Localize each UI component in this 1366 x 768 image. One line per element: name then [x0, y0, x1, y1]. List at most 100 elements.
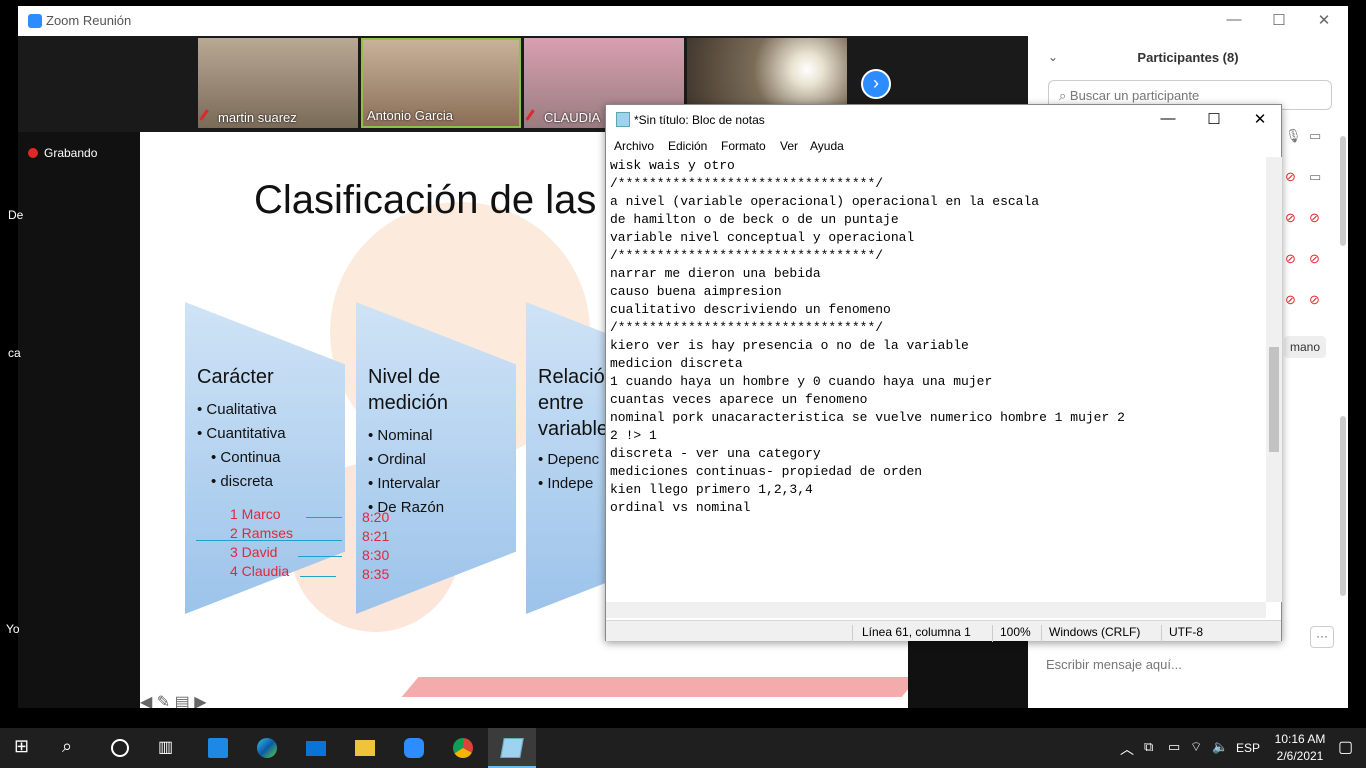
minimize-icon[interactable]: —	[1156, 110, 1180, 127]
edge-button[interactable]	[243, 728, 291, 768]
annotation-line	[196, 540, 342, 541]
annotation-name: 1 Marco	[230, 506, 281, 522]
line-ending: Windows (CRLF)	[1049, 625, 1141, 639]
muted-mic-icon[interactable]: ⊘	[1285, 251, 1296, 267]
pen-icon[interactable]: ✎	[157, 694, 170, 708]
scrollbar[interactable]	[1340, 136, 1346, 246]
menu-ver[interactable]: Ver	[780, 139, 798, 153]
clock-time[interactable]: 10:16 AM	[1272, 732, 1328, 746]
language-indicator[interactable]: ESP	[1236, 741, 1260, 755]
menu-archivo[interactable]: Archivo	[614, 139, 654, 153]
system-tray: ︿ ⧉ ▭ ⌔ 🔈 ESP 10:16 AM 2/6/2021 ▢	[1116, 728, 1366, 768]
store-button[interactable]	[194, 728, 242, 768]
notes-icon[interactable]: ▤	[175, 694, 190, 708]
cortana-icon	[111, 739, 129, 757]
chrome-button[interactable]	[439, 728, 487, 768]
notepad-menubar: Archivo Edición Formato Ver Ayuda	[606, 135, 1281, 157]
folder-icon	[355, 740, 375, 756]
minimize-icon[interactable]: —	[1222, 11, 1246, 28]
muted-mic-icon[interactable]: ⊘	[1285, 169, 1296, 185]
notepad-icon	[616, 112, 630, 127]
battery-icon[interactable]: ▭	[1168, 739, 1180, 755]
menu-ayuda[interactable]: Ayuda	[810, 139, 844, 153]
chevron-heading: Relació entre variable	[538, 366, 609, 440]
zoom-window-title: Zoom Reunión	[46, 13, 132, 28]
video-tile[interactable]: martin suarez	[198, 38, 358, 128]
maximize-icon[interactable]: ☐	[1267, 11, 1291, 29]
participant-name: martin suarez	[218, 110, 297, 125]
annotation-time: 8:30	[362, 547, 390, 563]
muted-mic-icon[interactable]: ⊘	[1285, 210, 1296, 226]
file-explorer-button[interactable]	[341, 728, 389, 768]
prev-slide-icon[interactable]: ◀	[140, 694, 152, 708]
more-options-button[interactable]: ···	[1310, 626, 1334, 648]
volume-icon[interactable]: 🔈	[1212, 739, 1228, 755]
muted-mic-icon	[199, 109, 215, 125]
vertical-scrollbar[interactable]	[1266, 157, 1282, 602]
zoom-logo-icon	[28, 14, 42, 28]
list-item: • Cualitativa	[197, 401, 277, 418]
menu-formato[interactable]: Formato	[721, 139, 766, 153]
list-item: • Depenc	[538, 451, 600, 468]
task-view-button[interactable]: ▥	[144, 728, 192, 768]
scrollbar-thumb[interactable]	[1269, 347, 1279, 452]
taskbar: ⊞ ⌕ ▥ ︿ ⧉ ▭ ⌔ 🔈 ESP 10:16 AM 2/6/2021 ▢	[0, 728, 1366, 768]
chevron-heading: Nivel de medición	[368, 366, 449, 414]
meet-now-icon[interactable]: ⧉	[1144, 739, 1153, 755]
list-item: • Continua	[211, 449, 281, 466]
desktop-icon-label: Yo	[6, 622, 20, 636]
network-icon[interactable]: ⌔	[1190, 739, 1202, 755]
search-icon: ⌕	[62, 736, 73, 756]
chat-input[interactable]: Escribir mensaje aquí...	[1046, 657, 1182, 672]
show-hidden-icons-icon[interactable]: ︿	[1120, 739, 1134, 759]
camera-off-icon[interactable]: ⊘	[1309, 210, 1320, 226]
camera-icon[interactable]: ▭	[1309, 169, 1321, 185]
search-placeholder: Buscar un participante	[1069, 88, 1200, 103]
chevron-list: • Depenc • Indepe	[538, 448, 599, 496]
search-button[interactable]: ⌕	[48, 728, 96, 768]
close-icon[interactable]: ✕	[1312, 11, 1336, 29]
windows-icon: ⊞	[14, 736, 30, 756]
clock-date[interactable]: 2/6/2021	[1272, 749, 1328, 763]
maximize-icon[interactable]: ☐	[1202, 110, 1226, 128]
zoom-button[interactable]	[390, 728, 438, 768]
list-item: • Nominal	[368, 427, 433, 444]
list-item: • Indepe	[538, 475, 594, 492]
camera-off-icon[interactable]: ⊘	[1309, 292, 1320, 308]
muted-mic-icon[interactable]: ⊘	[1285, 292, 1296, 308]
mail-button[interactable]	[292, 728, 340, 768]
annotation-line	[298, 556, 342, 557]
close-icon[interactable]: ✕	[1248, 110, 1272, 128]
edge-icon	[257, 738, 277, 758]
notepad-button[interactable]	[488, 728, 536, 768]
annotation-name: 2 Ramses	[230, 525, 294, 541]
desktop-icon-label: De	[8, 208, 24, 222]
next-slide-icon[interactable]: ▶	[194, 694, 206, 708]
slide-toolbar: ◀ ✎ ▤ ▶	[140, 692, 207, 708]
recording-indicator: Grabando	[28, 146, 97, 160]
scrollbar[interactable]	[1340, 416, 1346, 596]
store-icon	[208, 738, 228, 758]
cortana-button[interactable]	[96, 728, 144, 768]
list-item: • discreta	[211, 473, 273, 490]
chevron-list: • Cualitativa • Cuantitativa • Continua …	[197, 398, 286, 494]
notepad-text-area[interactable]: wisk wais y otro /**********************…	[610, 157, 1265, 600]
annotation-name: 3 David	[230, 544, 278, 560]
horizontal-scrollbar[interactable]	[606, 602, 1266, 618]
desktop-icon-label: ca	[8, 346, 21, 360]
mic-icon[interactable]: 🎙	[1285, 128, 1302, 144]
next-page-button[interactable]: ›	[861, 69, 891, 99]
camera-icon[interactable]: ▭	[1309, 128, 1321, 144]
record-icon	[28, 148, 38, 158]
zoom-icon	[404, 738, 424, 758]
video-tile-active-speaker[interactable]: Antonio Garcia	[361, 38, 521, 128]
list-item: • Ordinal	[368, 451, 426, 468]
camera-off-icon[interactable]: ⊘	[1309, 251, 1320, 267]
annotation-line	[306, 517, 342, 518]
slide-title: Clasificación de las	[254, 178, 597, 222]
menu-edicion[interactable]: Edición	[668, 139, 707, 153]
start-button[interactable]: ⊞	[0, 728, 48, 768]
notifications-icon[interactable]: ▢	[1338, 737, 1353, 757]
raise-hand-button[interactable]: mano	[1284, 336, 1327, 358]
task-view-icon: ▥	[158, 739, 174, 756]
